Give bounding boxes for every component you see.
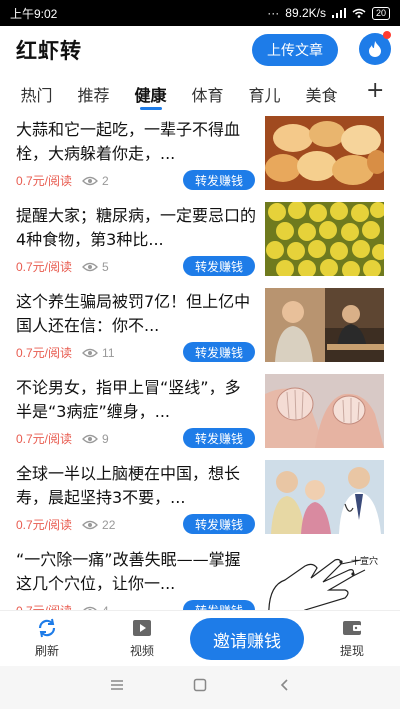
article-item[interactable]: 提醒大家；糖尿病，一定要忌口的4种食物，第3种比... 0.7元/阅读 5 转发… xyxy=(0,200,400,286)
tab-sports[interactable]: 体育 xyxy=(179,74,236,114)
eye-icon xyxy=(82,176,98,186)
withdraw-label: 提现 xyxy=(339,644,364,658)
eye-icon xyxy=(82,520,98,530)
upload-article-button[interactable]: 上传文章 xyxy=(252,34,338,66)
wifi-icon xyxy=(352,8,366,18)
view-count: 22 xyxy=(102,517,116,532)
acupoint-caption: 十宣穴 xyxy=(351,555,378,567)
status-time: 上午9:02 xyxy=(10,6,58,21)
article-price: 0.7元/阅读 xyxy=(16,432,73,446)
system-navigation-bar xyxy=(0,666,400,709)
app-header: 红虾转 上传文章 xyxy=(0,26,400,74)
article-price: 0.7元/阅读 xyxy=(16,346,73,360)
category-tabs: 热门 推荐 健康 体育 育儿 美食 + xyxy=(0,74,400,114)
view-count: 11 xyxy=(102,345,115,360)
view-count: 2 xyxy=(102,173,109,188)
more-dots-icon: ··· xyxy=(267,6,280,20)
article-thumbnail[interactable]: 十宣穴 xyxy=(265,546,384,610)
article-item[interactable]: 不论男女，指甲上冒“竖线”，多半是“3病症”缠身，... 0.7元/阅读 9 转… xyxy=(0,372,400,458)
back-icon[interactable] xyxy=(278,678,292,692)
menu-icon[interactable] xyxy=(110,678,124,692)
view-count: 5 xyxy=(102,259,109,274)
video-button[interactable]: 视频 xyxy=(112,617,172,659)
view-count: 9 xyxy=(102,431,109,446)
video-label: 视频 xyxy=(129,644,154,658)
share-earn-button[interactable]: 转发赚钱 xyxy=(183,600,255,610)
article-thumbnail[interactable] xyxy=(265,460,384,534)
share-earn-button[interactable]: 转发赚钱 xyxy=(183,428,255,448)
article-title[interactable]: “一穴除一痛”改善失眠——掌握这几个穴位，让你一... xyxy=(16,548,256,596)
tab-parenting[interactable]: 育儿 xyxy=(236,74,293,114)
refresh-label: 刷新 xyxy=(34,644,59,658)
flame-icon xyxy=(369,41,381,57)
tab-food[interactable]: 美食 xyxy=(293,74,350,114)
article-title[interactable]: 全球一半以上脑梗在中国，想长寿，晨起坚持3不要，... xyxy=(16,462,256,510)
article-thumbnail[interactable] xyxy=(265,288,384,362)
article-thumbnail[interactable] xyxy=(265,202,384,276)
status-bar: 上午9:02 ··· 89.2K/s 20 xyxy=(0,0,400,26)
refresh-icon xyxy=(38,618,56,638)
eye-icon xyxy=(82,348,98,358)
refresh-button[interactable]: 刷新 xyxy=(17,617,77,659)
add-tab-button[interactable]: + xyxy=(366,78,384,103)
app-title: 红虾转 xyxy=(16,39,82,63)
article-thumbnail[interactable] xyxy=(265,374,384,448)
eye-icon xyxy=(82,434,98,444)
article-thumbnail[interactable] xyxy=(265,116,384,190)
battery-icon: 20 xyxy=(371,6,390,20)
article-title[interactable]: 这个养生骗局被罚7亿！但上亿中国人还在信：你不... xyxy=(16,290,256,338)
eye-icon xyxy=(82,262,98,272)
article-price: 0.7元/阅读 xyxy=(16,174,73,188)
article-item[interactable]: 大蒜和它一起吃，一辈子不得血栓，大病躲着你走，... 0.7元/阅读 2 转发赚… xyxy=(0,114,400,200)
withdraw-button[interactable]: 提现 xyxy=(322,617,382,659)
signal-icon xyxy=(331,8,346,18)
article-feed: 大蒜和它一起吃，一辈子不得血栓，大病躲着你走，... 0.7元/阅读 2 转发赚… xyxy=(0,114,400,610)
video-icon xyxy=(133,620,151,636)
bottom-navigation: 刷新 视频 邀请赚钱 提现 xyxy=(0,610,400,666)
wallet-icon xyxy=(343,621,361,635)
notification-dot xyxy=(383,31,391,39)
article-price: 0.7元/阅读 xyxy=(16,602,72,610)
tab-health[interactable]: 健康 xyxy=(122,74,179,114)
tab-recommend[interactable]: 推荐 xyxy=(65,74,122,114)
share-earn-button[interactable]: 转发赚钱 xyxy=(183,256,255,276)
invite-earn-button[interactable]: 邀请赚钱 xyxy=(190,618,304,660)
article-item[interactable]: 全球一半以上脑梗在中国，想长寿，晨起坚持3不要，... 0.7元/阅读 22 转… xyxy=(0,458,400,544)
share-earn-button[interactable]: 转发赚钱 xyxy=(183,170,255,190)
article-item[interactable]: “一穴除一痛”改善失眠——掌握这几个穴位，让你一... 0.7元/阅读 4 转发… xyxy=(0,544,400,610)
article-title[interactable]: 大蒜和它一起吃，一辈子不得血栓，大病躲着你走，... xyxy=(16,118,256,166)
share-earn-button[interactable]: 转发赚钱 xyxy=(183,514,255,534)
tab-hot[interactable]: 热门 xyxy=(8,74,65,114)
article-title[interactable]: 提醒大家；糖尿病，一定要忌口的4种食物，第3种比... xyxy=(16,204,256,252)
article-price: 0.7元/阅读 xyxy=(16,518,73,532)
network-speed: 89.2K/s xyxy=(285,6,326,20)
share-earn-button[interactable]: 转发赚钱 xyxy=(183,342,255,362)
article-title[interactable]: 不论男女，指甲上冒“竖线”，多半是“3病症”缠身，... xyxy=(16,376,256,424)
article-price: 0.7元/阅读 xyxy=(16,260,73,274)
home-icon[interactable] xyxy=(193,678,207,692)
article-item[interactable]: 这个养生骗局被罚7亿！但上亿中国人还在信：你不... 0.7元/阅读 11 转发… xyxy=(0,286,400,372)
